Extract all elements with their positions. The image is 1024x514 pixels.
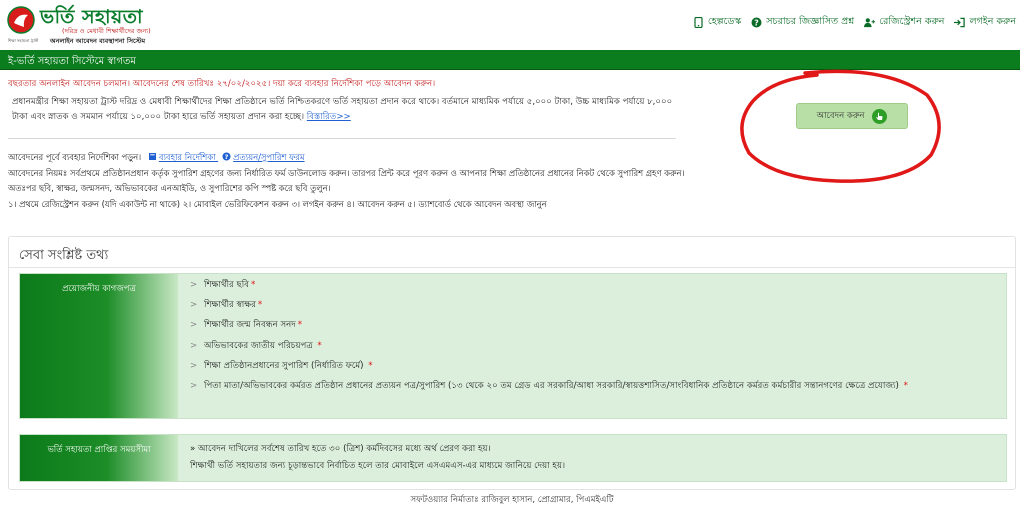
list-item: > শিক্ষার্থীর জন্ম নিবন্ধন সনদ * bbox=[190, 320, 303, 331]
question-circle-icon: ? bbox=[222, 152, 231, 161]
chevron-right-icon: > bbox=[190, 340, 198, 351]
required-star: * bbox=[297, 320, 303, 331]
nav-faq-label: সচরাচর জিজ্ঞাসিত প্রশ্ন bbox=[766, 16, 855, 27]
apply-button-label: আবেদন করুন bbox=[816, 111, 865, 121]
recommendation-form-link-label: প্রত্যয়ন/সুপারিশ ফরম bbox=[233, 152, 305, 162]
apply-button[interactable]: আবেদন করুন bbox=[796, 103, 908, 129]
service-info-panel: সেবা সংশ্লিষ্ট তথ্য প্রয়োজনীয় কাগজপত্র… bbox=[8, 236, 1016, 490]
svg-text:?: ? bbox=[225, 153, 229, 161]
logo-subcaption: শিক্ষা সহায়তা ট্রাস্ট bbox=[7, 38, 39, 43]
list-item: > শিক্ষার্থীর স্বাক্ষর * bbox=[190, 300, 263, 311]
list-item: > পিতা মাতা/অভিভাবকের কর্মরত প্রতিষ্ঠান প… bbox=[190, 380, 908, 391]
pointer-hand-icon bbox=[872, 108, 888, 124]
chevron-right-icon: > bbox=[190, 360, 198, 371]
required-star: * bbox=[317, 340, 322, 351]
panel-title-divider bbox=[9, 267, 1015, 268]
guide-rules: আবেদনের নিয়মঃ সর্বপ্রথমে প্রতিষ্ঠানপ্রধ… bbox=[8, 167, 685, 194]
list-item: > শিক্ষা প্রতিষ্ঠানপ্রধানের সুপারিশ (নির্… bbox=[190, 360, 373, 371]
user-manual-link-label: ব্যবহার নির্দেশিকা bbox=[158, 152, 216, 162]
timeline-line-1: » আবেদন দাখিলের সর্বশেষ তারিখ হতে ৩০ (ত্… bbox=[190, 444, 491, 454]
guide-lead: আবেদনের পূর্বে ব্যবহার নির্দেশিকা পড়ুন। bbox=[8, 152, 142, 162]
section-divider bbox=[8, 138, 676, 139]
guide-steps: ১। প্রথমে রেজিস্ট্রেশন করুন (যদি একাউন্ট… bbox=[8, 198, 547, 209]
required-documents-row: প্রয়োজনীয় কাগজপত্র > শিক্ষার্থীর ছবি * >… bbox=[19, 273, 1007, 419]
user-manual-link[interactable]: ব্যবহার নির্দেশিকা bbox=[148, 152, 218, 162]
nav-register[interactable]: রেজিস্ট্রেশন করুন bbox=[864, 15, 944, 30]
top-nav: হেল্পডেস্ক ? সচরাচর জিজ্ঞাসিত প্রশ্ন রেজ… bbox=[693, 15, 1016, 30]
nav-login-label: লগইন করুন bbox=[969, 16, 1016, 27]
logo-emblem-icon bbox=[7, 6, 35, 34]
top-header: শিক্ষা সহায়তা ট্রাস্ট ভর্তি সহায়তা (দর… bbox=[0, 0, 1024, 50]
required-star: * bbox=[257, 300, 263, 311]
logo-motto: অনলাইন আবেদন ব্যবস্থাপনা সিস্টেম bbox=[50, 37, 146, 45]
book-icon bbox=[148, 153, 156, 160]
list-item: > অভিভাবকের জাতীয় পরিচয়পত্র * bbox=[190, 340, 322, 351]
payment-timeline-text: » আবেদন দাখিলের সর্বশেষ তারিখ হতে ৩০ (ত্… bbox=[190, 441, 1000, 475]
mobile-icon bbox=[693, 17, 704, 28]
required-documents-list: > শিক্ষার্থীর ছবি * > শিক্ষার্থীর স্বাক্ষর *… bbox=[190, 278, 1000, 399]
welcome-banner: ই-ভর্তি সহায়তা সিস্টেমে স্বাগতম bbox=[0, 50, 1020, 70]
required-star: * bbox=[250, 280, 256, 290]
required-star: * bbox=[903, 380, 908, 391]
sign-in-icon bbox=[954, 17, 966, 28]
nav-helpdesk[interactable]: হেল্পডেস্ক bbox=[693, 15, 741, 30]
chevron-right-icon: > bbox=[190, 380, 198, 391]
guide-lead-line: আবেদনের পূর্বে ব্যবহার নির্দেশিকা পড়ুন।… bbox=[8, 150, 688, 166]
intro-paragraph: প্রধানমন্ত্রীর শিক্ষা সহায়তা ট্রাস্ট দর… bbox=[12, 95, 682, 125]
timeline-line-2: শিক্ষার্থী ভর্তি সহায়তার জন্য চূড়ান্তভ… bbox=[190, 461, 566, 471]
nav-login[interactable]: লগইন করুন bbox=[954, 15, 1016, 30]
application-guide: আবেদনের পূর্বে ব্যবহার নির্দেশিকা পড়ুন।… bbox=[8, 150, 688, 212]
deadline-notice: বছরতার অনলাইন আবেদন চলমান। আবেদনের শেষ ত… bbox=[8, 79, 436, 89]
required-star: * bbox=[368, 360, 373, 371]
svg-text:?: ? bbox=[754, 18, 759, 27]
footer-credit: সফটওয়্যার নির্মাতাঃ রাজিবুল হাসান, প্রো… bbox=[410, 495, 614, 505]
user-plus-icon bbox=[864, 17, 876, 28]
site-logo[interactable]: শিক্ষা সহায়তা ট্রাস্ট ভর্তি সহায়তা (দর… bbox=[6, 3, 176, 47]
list-item: > শিক্ষার্থীর ছবি * bbox=[190, 280, 256, 290]
nav-helpdesk-label: হেল্পডেস্ক bbox=[707, 16, 742, 27]
details-link[interactable]: বিস্তারিত>> bbox=[307, 112, 351, 122]
required-documents-label: প্রয়োজনীয় কাগজপত্র bbox=[20, 274, 178, 418]
recommendation-form-link[interactable]: ? প্রত্যয়ন/সুপারিশ ফরম bbox=[222, 152, 305, 162]
payment-timeline-row: ভর্তি সহায়তা প্রাপ্তির সময়সীমা » আবেদন… bbox=[19, 434, 1007, 482]
nav-faq[interactable]: ? সচরাচর জিজ্ঞাসিত প্রশ্ন bbox=[751, 15, 854, 30]
chevron-right-icon: > bbox=[190, 300, 198, 311]
nav-register-label: রেজিস্ট্রেশন করুন bbox=[879, 16, 945, 27]
payment-timeline-label: ভর্তি সহায়তা প্রাপ্তির সময়সীমা bbox=[20, 435, 178, 481]
chevron-right-icon: > bbox=[190, 320, 198, 331]
chevron-right-icon: > bbox=[190, 280, 198, 290]
service-info-title: সেবা সংশ্লিষ্ট তথ্য bbox=[19, 248, 109, 263]
question-icon: ? bbox=[751, 17, 762, 28]
